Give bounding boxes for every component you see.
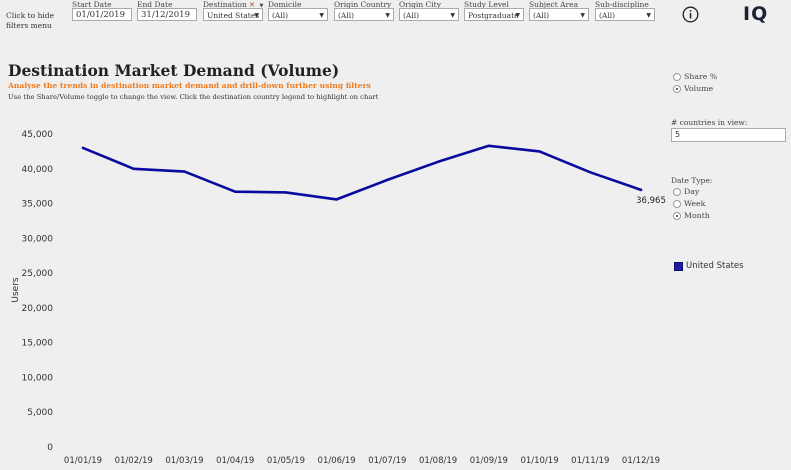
series-points bbox=[81, 144, 643, 201]
y-tick-label: 5,000 bbox=[27, 408, 53, 418]
y-tick-label: 45,000 bbox=[22, 130, 54, 140]
x-tick-label: 01/07/19 bbox=[368, 456, 406, 466]
x-axis-ticks: 01/01/19 01/02/19 01/03/19 01/04/19 01/05/19… bbox=[64, 456, 660, 466]
x-tick-label: 01/04/19 bbox=[216, 456, 254, 466]
y-tick-label: 10,000 bbox=[22, 373, 54, 383]
x-tick-label: 01/01/19 bbox=[64, 456, 102, 466]
y-tick-label: 20,000 bbox=[22, 304, 54, 314]
data-point[interactable] bbox=[639, 188, 643, 192]
x-tick-label: 01/05/19 bbox=[267, 456, 305, 466]
y-axis-label: Users bbox=[11, 277, 21, 303]
data-point[interactable] bbox=[538, 150, 541, 153]
x-tick-label: 01/08/19 bbox=[419, 456, 457, 466]
data-point[interactable] bbox=[589, 171, 592, 174]
y-tick-label: 35,000 bbox=[22, 200, 54, 210]
x-tick-label: 01/11/19 bbox=[571, 456, 609, 466]
data-point[interactable] bbox=[183, 170, 186, 173]
x-tick-label: 01/03/19 bbox=[165, 456, 203, 466]
data-point[interactable] bbox=[132, 167, 135, 170]
y-tick-label: 30,000 bbox=[22, 234, 54, 244]
x-tick-label: 01/02/19 bbox=[115, 456, 153, 466]
data-point[interactable] bbox=[436, 160, 440, 164]
y-tick-label: 25,000 bbox=[22, 269, 54, 279]
y-tick-label: 40,000 bbox=[22, 165, 54, 175]
x-tick-label: 01/09/19 bbox=[470, 456, 508, 466]
series-line-united-states[interactable] bbox=[81, 144, 643, 201]
x-tick-label: 01/06/19 bbox=[318, 456, 356, 466]
data-point[interactable] bbox=[233, 190, 237, 193]
x-tick-label: 01/10/19 bbox=[520, 456, 558, 466]
y-axis-ticks: 0 5,000 10,000 15,000 20,000 25,000 30,000 35,0… bbox=[22, 130, 54, 453]
data-point[interactable] bbox=[81, 146, 85, 150]
end-data-label: 36,965 bbox=[636, 196, 666, 206]
data-point[interactable] bbox=[386, 178, 389, 182]
data-point[interactable] bbox=[335, 198, 338, 201]
line-chart: 0 5,000 10,000 15,000 20,000 25,000 30,000 35,0… bbox=[11, 130, 666, 466]
y-tick-label: 15,000 bbox=[22, 339, 54, 349]
data-point[interactable] bbox=[487, 144, 491, 148]
y-tick-label: 0 bbox=[47, 443, 53, 453]
data-point[interactable] bbox=[284, 191, 288, 194]
x-tick-label: 01/12/19 bbox=[622, 456, 660, 466]
